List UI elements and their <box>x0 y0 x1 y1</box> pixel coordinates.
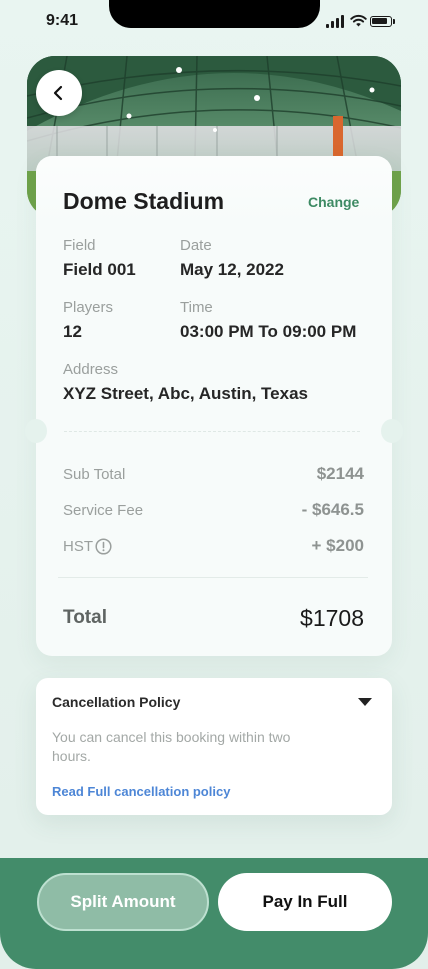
battery-icon <box>370 16 392 27</box>
bottom-action-bar: Split Amount Pay In Full <box>0 858 428 969</box>
address-value: XYZ Street, Abc, Austin, Texas <box>63 384 308 403</box>
booking-summary-screen: 9:41 Dome Stadium Change Field Field 001… <box>0 0 428 969</box>
time-value: 03:00 PM To 09:00 PM <box>180 322 357 341</box>
ticket-dashed-divider <box>64 431 360 432</box>
pay-in-full-button[interactable]: Pay In Full <box>218 873 392 931</box>
address-label: Address <box>63 361 119 378</box>
cancellation-policy-text: You can cancel this booking within two h… <box>52 729 291 764</box>
venue-name: Dome Stadium <box>63 188 225 214</box>
status-bar: 9:41 <box>0 0 428 44</box>
change-venue-link[interactable]: Change <box>308 194 359 210</box>
info-icon[interactable] <box>95 538 112 555</box>
ticket-notch-right <box>381 419 403 443</box>
service-fee-value: - $646.5 <box>301 500 364 519</box>
chevron-left-icon <box>53 85 63 101</box>
booking-ticket-card: Dome Stadium Change Field Field 001 Date… <box>25 156 403 656</box>
status-icons <box>326 14 395 28</box>
players-value: 12 <box>63 322 82 341</box>
hst-label: HST <box>63 538 93 555</box>
back-button[interactable] <box>36 70 82 116</box>
read-full-policy-link[interactable]: Read Full cancellation policy <box>52 784 230 799</box>
date-label: Date <box>180 237 212 254</box>
total-label: Total <box>63 607 107 628</box>
ticket-notch-left <box>25 419 47 443</box>
cancellation-policy-title: Cancellation Policy <box>52 694 181 710</box>
total-divider <box>58 577 368 578</box>
cancellation-policy-card: Cancellation Policy You can cancel this … <box>36 678 392 815</box>
players-label: Players <box>63 299 114 316</box>
date-value: May 12, 2022 <box>180 260 284 279</box>
chevron-down-icon[interactable] <box>358 698 372 706</box>
hst-label-row: HST <box>63 538 112 555</box>
service-fee-label: Service Fee <box>63 502 144 519</box>
time-label: Time <box>180 299 213 316</box>
split-amount-button[interactable]: Split Amount <box>37 873 209 931</box>
device-notch <box>109 0 320 28</box>
subtotal-label: Sub Total <box>63 466 126 483</box>
status-time: 9:41 <box>46 12 79 29</box>
total-value: $1708 <box>300 605 364 631</box>
field-label: Field <box>63 237 96 254</box>
wifi-icon <box>350 14 367 27</box>
field-value: Field 001 <box>63 260 136 279</box>
hst-value: + $200 <box>311 536 364 555</box>
subtotal-value: $2144 <box>316 464 364 483</box>
